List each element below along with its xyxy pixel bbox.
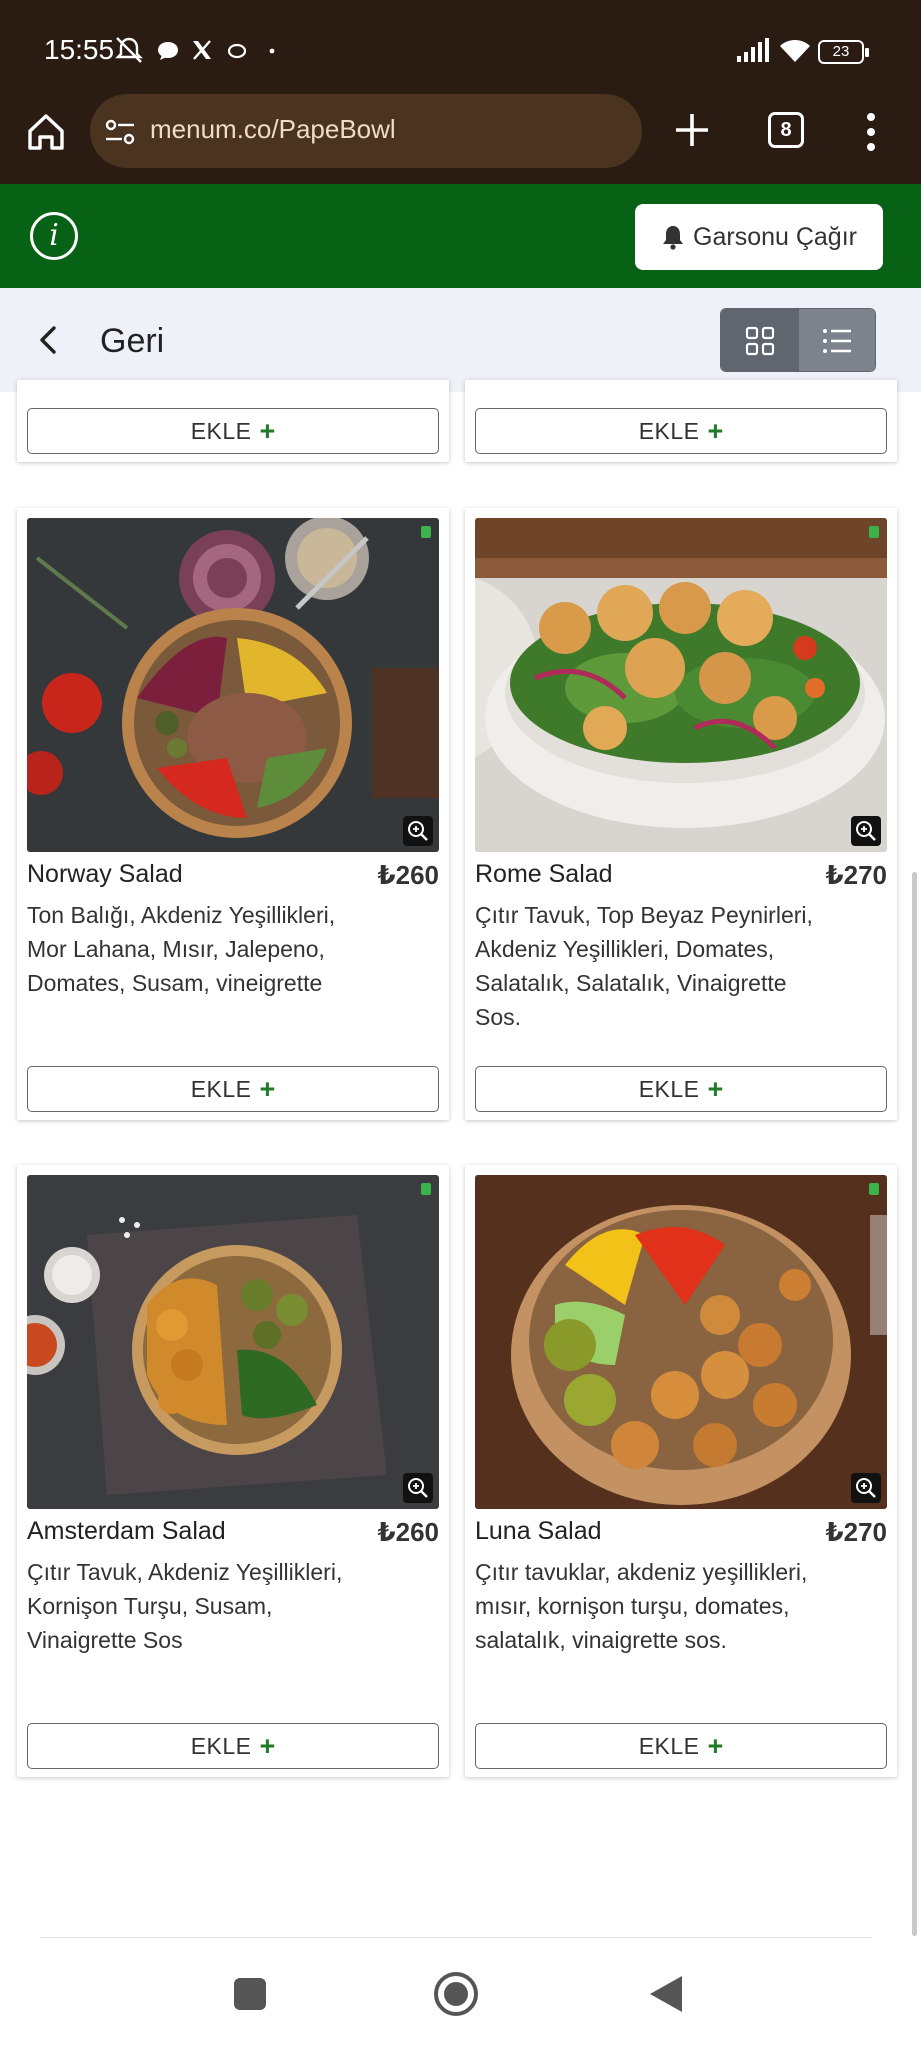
- add-button[interactable]: EKLE +: [475, 1723, 887, 1769]
- plus-icon: +: [707, 415, 724, 446]
- browser-toolbar: menum.co/PapeBowl 8: [0, 94, 921, 184]
- add-button[interactable]: EKLE +: [475, 1066, 887, 1112]
- rome-salad-photo: [475, 518, 887, 852]
- x-logo-icon: [193, 40, 211, 60]
- nav-divider: [40, 1937, 872, 1938]
- system-navigation-bar: [0, 1940, 921, 2048]
- chevron-left-icon[interactable]: [34, 324, 64, 356]
- wifi-icon: [780, 40, 810, 62]
- add-label: EKLE: [638, 1732, 700, 1759]
- vegetarian-indicator: [421, 1183, 431, 1195]
- product-description: Çıtır Tavuk, Akdeniz Yeşillikleri, Korni…: [27, 1559, 343, 1653]
- add-label: EKLE: [638, 417, 700, 444]
- product-name[interactable]: Amsterdam Salad: [27, 1517, 226, 1546]
- add-label: EKLE: [190, 1075, 252, 1102]
- call-waiter-button[interactable]: Garsonu Çağır: [635, 204, 883, 270]
- back-triangle-icon[interactable]: [646, 1972, 686, 2016]
- product-card[interactable]: Amsterdam Salad ₺260 Çıtır Tavuk, Akdeni…: [17, 1165, 449, 1777]
- product-price: ₺260: [377, 1517, 439, 1547]
- product-card: EKLE +: [465, 380, 897, 462]
- plus-icon: +: [707, 1073, 724, 1104]
- zoom-icon[interactable]: [851, 816, 881, 846]
- product-price: ₺270: [825, 1517, 887, 1547]
- view-toggle: [720, 308, 876, 372]
- notification-dot-icon: [269, 48, 275, 54]
- scrollbar[interactable]: [912, 872, 917, 1936]
- add-button[interactable]: EKLE +: [27, 1723, 439, 1769]
- status-time: 15:55: [44, 34, 115, 65]
- recents-icon[interactable]: [232, 1976, 268, 2012]
- product-description: Çıtır tavuklar, akdeniz yeşillikleri, mı…: [475, 1559, 808, 1653]
- product-name[interactable]: Rome Salad: [475, 860, 613, 889]
- product-image[interactable]: [475, 518, 887, 852]
- add-label: EKLE: [190, 417, 252, 444]
- product-price: ₺260: [377, 860, 439, 890]
- norway-salad-photo: [27, 518, 439, 852]
- zoom-icon[interactable]: [851, 1473, 881, 1503]
- product-image[interactable]: [475, 1175, 887, 1509]
- url-bar[interactable]: menum.co/PapeBowl: [90, 94, 642, 168]
- add-label: EKLE: [190, 1732, 252, 1759]
- product-card[interactable]: Rome Salad ₺270 Çıtır Tavuk, Top Beyaz P…: [465, 508, 897, 1120]
- product-name[interactable]: Norway Salad: [27, 860, 183, 889]
- sync-icon: [227, 43, 247, 59]
- add-button[interactable]: EKLE +: [27, 1066, 439, 1112]
- bell-icon: [663, 226, 684, 250]
- home-icon[interactable]: [24, 110, 68, 154]
- plus-icon: +: [707, 1730, 724, 1761]
- app-header: i Garsonu Çağır: [0, 184, 921, 288]
- list-view-button[interactable]: [799, 309, 875, 371]
- info-icon[interactable]: i: [30, 212, 78, 260]
- product-description: Çıtır Tavuk, Top Beyaz Peynirleri, Akden…: [475, 902, 813, 1030]
- plus-icon: +: [259, 1073, 276, 1104]
- grid-view-icon: [745, 326, 775, 356]
- url-text[interactable]: menum.co/PapeBowl: [150, 114, 396, 145]
- back-label[interactable]: Geri: [100, 322, 164, 361]
- vegetarian-indicator: [869, 1183, 879, 1195]
- add-button[interactable]: EKLE +: [27, 408, 439, 454]
- add-button[interactable]: EKLE +: [475, 408, 887, 454]
- vegetarian-indicator: [421, 526, 431, 538]
- signal-icon: [737, 38, 769, 62]
- product-card: EKLE +: [17, 380, 449, 462]
- add-label: EKLE: [638, 1075, 700, 1102]
- amsterdam-salad-photo: [27, 1175, 439, 1509]
- zoom-icon[interactable]: [403, 816, 433, 846]
- product-image[interactable]: [27, 518, 439, 852]
- home-circle-icon[interactable]: [432, 1970, 480, 2018]
- chat-bubble-icon: [158, 42, 178, 60]
- muted-bell-icon: [115, 37, 143, 63]
- product-description: Ton Balığı, Akdeniz Yeşillikleri, Mor La…: [27, 902, 336, 996]
- plus-icon: +: [259, 1730, 276, 1761]
- product-name[interactable]: Luna Salad: [475, 1517, 602, 1546]
- product-price: ₺270: [825, 860, 887, 890]
- product-image[interactable]: [27, 1175, 439, 1509]
- call-waiter-label: Garsonu Çağır: [693, 222, 857, 251]
- product-card[interactable]: Luna Salad ₺270 Çıtır tavuklar, akdeniz …: [465, 1165, 897, 1777]
- site-settings-icon[interactable]: [104, 118, 136, 146]
- status-bar: 15:55 23: [0, 0, 921, 94]
- luna-salad-photo: [475, 1175, 887, 1509]
- new-tab-icon[interactable]: [674, 110, 710, 150]
- tab-switcher-button[interactable]: 8: [768, 112, 804, 148]
- grid-view-button[interactable]: [721, 309, 799, 371]
- zoom-icon[interactable]: [403, 1473, 433, 1503]
- list-view-icon: [823, 329, 851, 353]
- plus-icon: +: [259, 415, 276, 446]
- more-menu-icon[interactable]: [866, 112, 876, 152]
- battery-icon: 23: [818, 40, 869, 64]
- back-navigation-bar: Geri: [0, 288, 921, 392]
- vegetarian-indicator: [869, 526, 879, 538]
- product-card[interactable]: Norway Salad ₺260 Ton Balığı, Akdeniz Ye…: [17, 508, 449, 1120]
